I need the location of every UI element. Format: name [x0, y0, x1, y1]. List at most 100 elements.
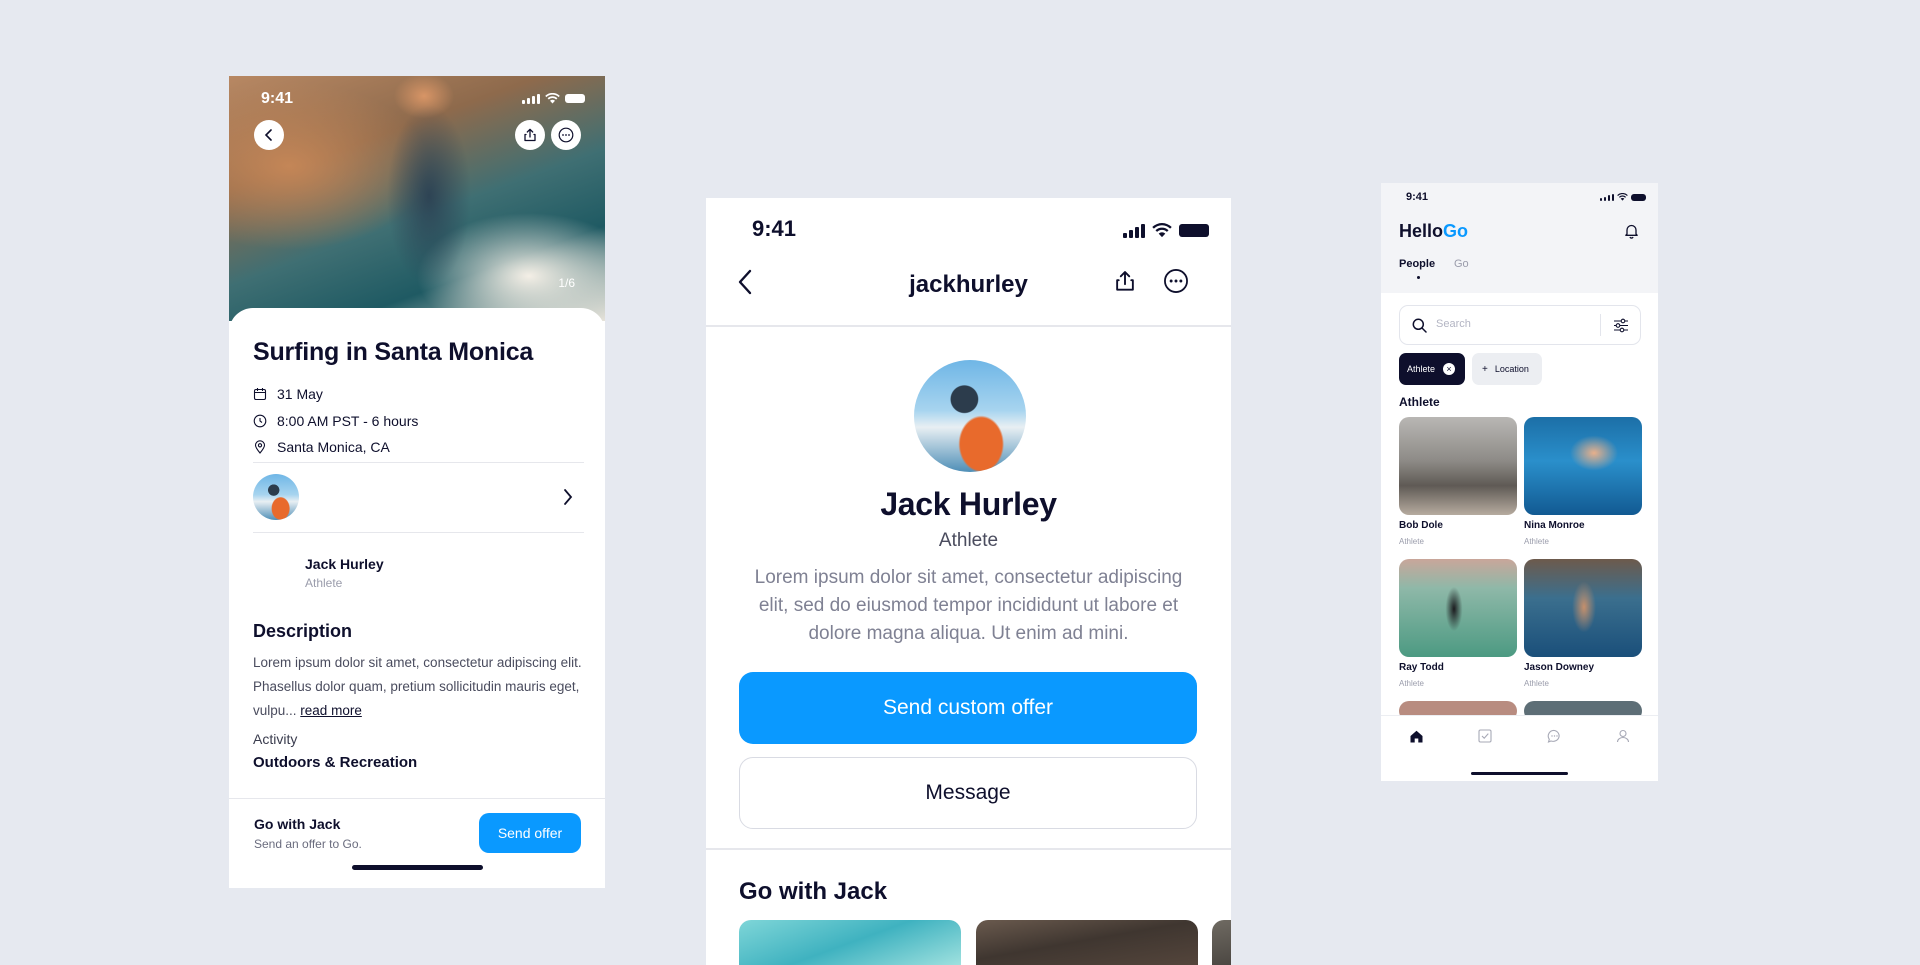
person-photo[interactable]: [1524, 559, 1642, 657]
person-name[interactable]: Ray Todd: [1399, 662, 1444, 673]
tab-home[interactable]: [1406, 726, 1426, 746]
tab-messages[interactable]: [1544, 726, 1564, 746]
message-button[interactable]: Message: [739, 757, 1197, 829]
profile-username: jackhurley: [909, 271, 1028, 298]
status-bar: 9:41: [229, 90, 605, 110]
app-logo: HelloGo: [1399, 221, 1468, 242]
home-icon: [1410, 730, 1422, 742]
divider: [706, 325, 1231, 327]
search-input[interactable]: [1436, 318, 1586, 330]
divider: [253, 532, 584, 533]
tab-people[interactable]: People: [1399, 258, 1435, 270]
header-area: 9:41 HelloGo People Go: [1381, 183, 1658, 293]
divider: [253, 462, 584, 463]
profile-icon: [1616, 729, 1630, 743]
footer-subtitle: Send an offer to Go.: [254, 837, 362, 851]
tab-go[interactable]: Go: [1454, 258, 1469, 270]
signal-icon: [1123, 223, 1145, 238]
activity-label: Activity: [253, 731, 298, 747]
bell-icon[interactable]: [1624, 223, 1639, 239]
plus-icon: +: [1482, 363, 1488, 375]
footer-title: Go with Jack: [254, 816, 341, 832]
bottom-tab-bar: [1381, 715, 1658, 781]
send-custom-offer-button[interactable]: Send custom offer: [739, 672, 1197, 744]
battery-icon: [1179, 224, 1209, 237]
host-avatar: [253, 474, 299, 520]
share-icon[interactable]: [1114, 270, 1136, 292]
search-separator: [1600, 314, 1601, 336]
filter-chip-location[interactable]: + Location: [1472, 353, 1542, 385]
signal-icon: [522, 93, 540, 104]
person-photo[interactable]: [1399, 417, 1517, 515]
person-photo[interactable]: [1524, 417, 1642, 515]
status-time: 9:41: [1406, 191, 1429, 203]
profile-role: Athlete: [938, 530, 999, 551]
remove-chip-icon[interactable]: ×: [1443, 363, 1456, 375]
event-date-row: 31 May: [253, 386, 323, 402]
host-name: Jack Hurley: [305, 556, 384, 572]
home-indicator: [352, 865, 483, 870]
event-time: 8:00 AM PST - 6 hours: [277, 413, 419, 429]
host-role: Athlete: [305, 576, 343, 590]
chip-label: Athlete: [1407, 364, 1436, 374]
person-name[interactable]: Bob Dole: [1399, 520, 1443, 531]
more-icon[interactable]: [1163, 268, 1189, 294]
profile-avatar: [914, 360, 1026, 472]
brand-go: Go: [1443, 221, 1469, 241]
share-icon: [524, 128, 536, 142]
system-icons: [1123, 223, 1209, 238]
offer-footer: Go with Jack Send an offer to Go. Send o…: [229, 798, 605, 888]
person-name[interactable]: Nina Monroe: [1524, 520, 1585, 531]
status-time: 9:41: [752, 216, 797, 241]
filter-sliders-icon[interactable]: [1613, 318, 1629, 333]
event-location: Santa Monica, CA: [277, 439, 390, 455]
battery-icon: [565, 94, 585, 103]
battery-icon: [1631, 193, 1646, 201]
section-heading-athlete: Athlete: [1399, 395, 1440, 409]
wifi-icon: [545, 93, 560, 104]
checkbox-icon: [1478, 729, 1492, 743]
filter-chip-athlete[interactable]: Athlete ×: [1399, 353, 1465, 385]
search-icon: [1412, 318, 1427, 333]
go-card[interactable]: [1212, 920, 1231, 965]
activity-value: Outdoors & Recreation: [253, 754, 418, 771]
back-button[interactable]: [254, 120, 284, 150]
share-button[interactable]: [515, 120, 545, 150]
person-name[interactable]: Jason Downey: [1524, 662, 1594, 673]
go-card[interactable]: [976, 920, 1198, 965]
wifi-icon: [1617, 193, 1628, 201]
more-button[interactable]: [551, 120, 581, 150]
photo-counter: 1/6: [558, 276, 575, 290]
calendar-icon: [253, 388, 267, 401]
tab-profile[interactable]: [1613, 726, 1633, 746]
chat-icon: [1547, 729, 1560, 743]
search-bar: [1399, 305, 1641, 345]
more-icon: [558, 127, 574, 143]
person-photo[interactable]: [1399, 559, 1517, 657]
person-role: Athlete: [1524, 537, 1549, 546]
tab-tasks[interactable]: [1475, 726, 1495, 746]
event-hero-image[interactable]: [229, 76, 605, 321]
profile-bio: Lorem ipsum dolor sit amet, consectetur …: [754, 567, 1183, 644]
profile-nav-bar: jackhurley: [706, 253, 1231, 323]
person-role: Athlete: [1524, 679, 1549, 688]
go-card[interactable]: [739, 920, 961, 965]
chip-label: Location: [1494, 364, 1529, 374]
event-location-row: Santa Monica, CA: [253, 439, 390, 455]
description-text: Lorem ipsum dolor sit amet, consectetur …: [253, 651, 585, 723]
person-role: Athlete: [1399, 537, 1424, 546]
event-title: Surfing in Santa Monica: [253, 338, 534, 366]
status-time: 9:41: [261, 90, 294, 107]
divider: [706, 848, 1231, 850]
event-time-row: 8:00 AM PST - 6 hours: [253, 413, 418, 429]
system-icons: [1600, 193, 1646, 201]
clock-icon: [253, 414, 267, 428]
read-more-link[interactable]: read more: [300, 703, 362, 718]
profile-name: Jack Hurley: [880, 486, 1057, 522]
send-offer-button[interactable]: Send offer: [479, 813, 581, 853]
person-role: Athlete: [1399, 679, 1424, 688]
event-detail-screen: 9:41 1/6 Surfing in Santa Monica 31 May …: [229, 76, 605, 888]
signal-icon: [1600, 193, 1614, 201]
wifi-icon: [1152, 223, 1172, 238]
people-screen: 9:41 HelloGo People Go Athlete × + Locat…: [1381, 183, 1658, 781]
